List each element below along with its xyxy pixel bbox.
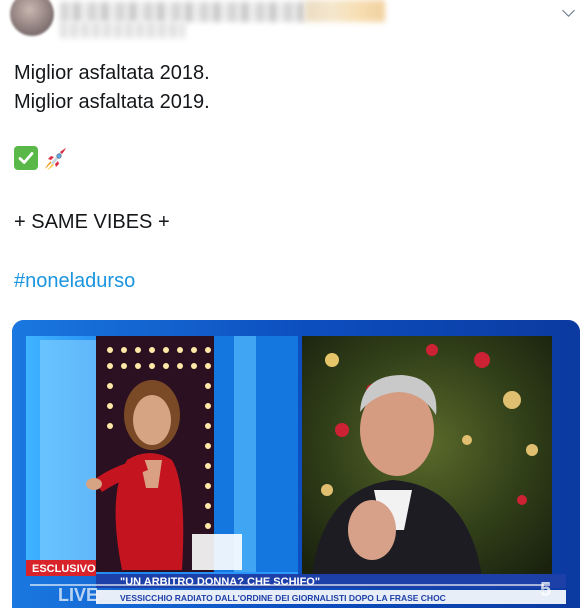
video-progress-bar[interactable] [30,584,550,586]
tweet-line-2: Miglior asfaltata 2019. [14,91,210,113]
tweet-line-1: Miglior asfaltata 2018. [14,62,210,84]
video-frame: ESCLUSIVO "UN ARBITRO DONNA? CHE SCHIFO"… [12,320,580,608]
channel-logo: 5 [540,579,551,601]
tweet-header [0,0,587,46]
check-mark-icon [14,146,38,170]
live-label: LIVE [58,585,98,605]
blurred-name-emoji [305,0,385,22]
ticker-text: VESSICCHIO RADIATO DALL'ORDINE DEI GIORN… [120,593,446,603]
chevron-down-icon[interactable] [562,4,575,17]
rocket-icon [45,148,66,170]
headline-text: "UN ARBITRO DONNA? CHE SCHIFO" [120,576,320,588]
emoji-row [14,146,68,172]
video-media[interactable]: ESCLUSIVO "UN ARBITRO DONNA? CHE SCHIFO"… [12,320,580,608]
hashtag-link[interactable]: #noneladurso [14,268,135,294]
same-vibes-text: + SAME VIBES + [14,211,170,233]
avatar[interactable] [10,0,54,36]
blurred-handle [60,22,185,38]
badge-exclusive: ESCLUSIVO [32,563,96,575]
blurred-display-name [60,2,305,22]
